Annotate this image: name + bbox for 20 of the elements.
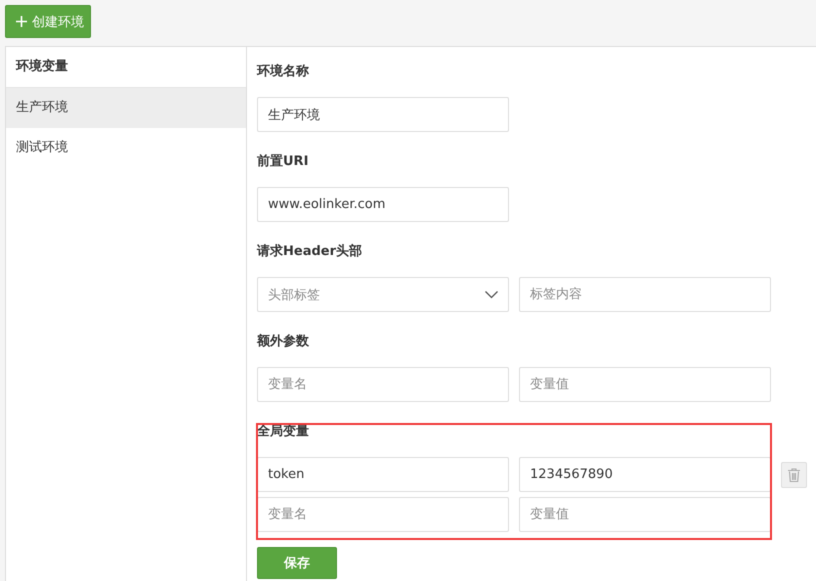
name-field[interactable]: 变量名: [257, 497, 509, 532]
select-field[interactable]: 头部标签: [257, 277, 509, 312]
chevron-down-icon: [485, 290, 498, 298]
text-field[interactable]: 标签内容: [519, 277, 771, 312]
trash-icon: [788, 468, 800, 482]
delete-button[interactable]: [781, 462, 807, 488]
sidebar-item[interactable]: 测试环境: [6, 128, 246, 168]
name-field[interactable]: 变量名: [257, 367, 509, 402]
name-field[interactable]: token: [257, 457, 509, 492]
field-label: 额外参数: [257, 334, 309, 349]
field-label: 前置URI: [257, 154, 308, 169]
text-field[interactable]: 生产环境: [257, 97, 509, 132]
sidebar-item[interactable]: 生产环境: [6, 88, 246, 128]
field-label: 请求Header头部: [257, 244, 362, 259]
value-field[interactable]: 变量值: [519, 367, 771, 402]
text-field[interactable]: www.eolinker.com: [257, 187, 509, 222]
field-label: 环境名称: [257, 64, 309, 79]
value-field[interactable]: 变量值: [519, 497, 771, 532]
value-field[interactable]: 1234567890: [519, 457, 771, 492]
plus-icon: [16, 16, 27, 27]
